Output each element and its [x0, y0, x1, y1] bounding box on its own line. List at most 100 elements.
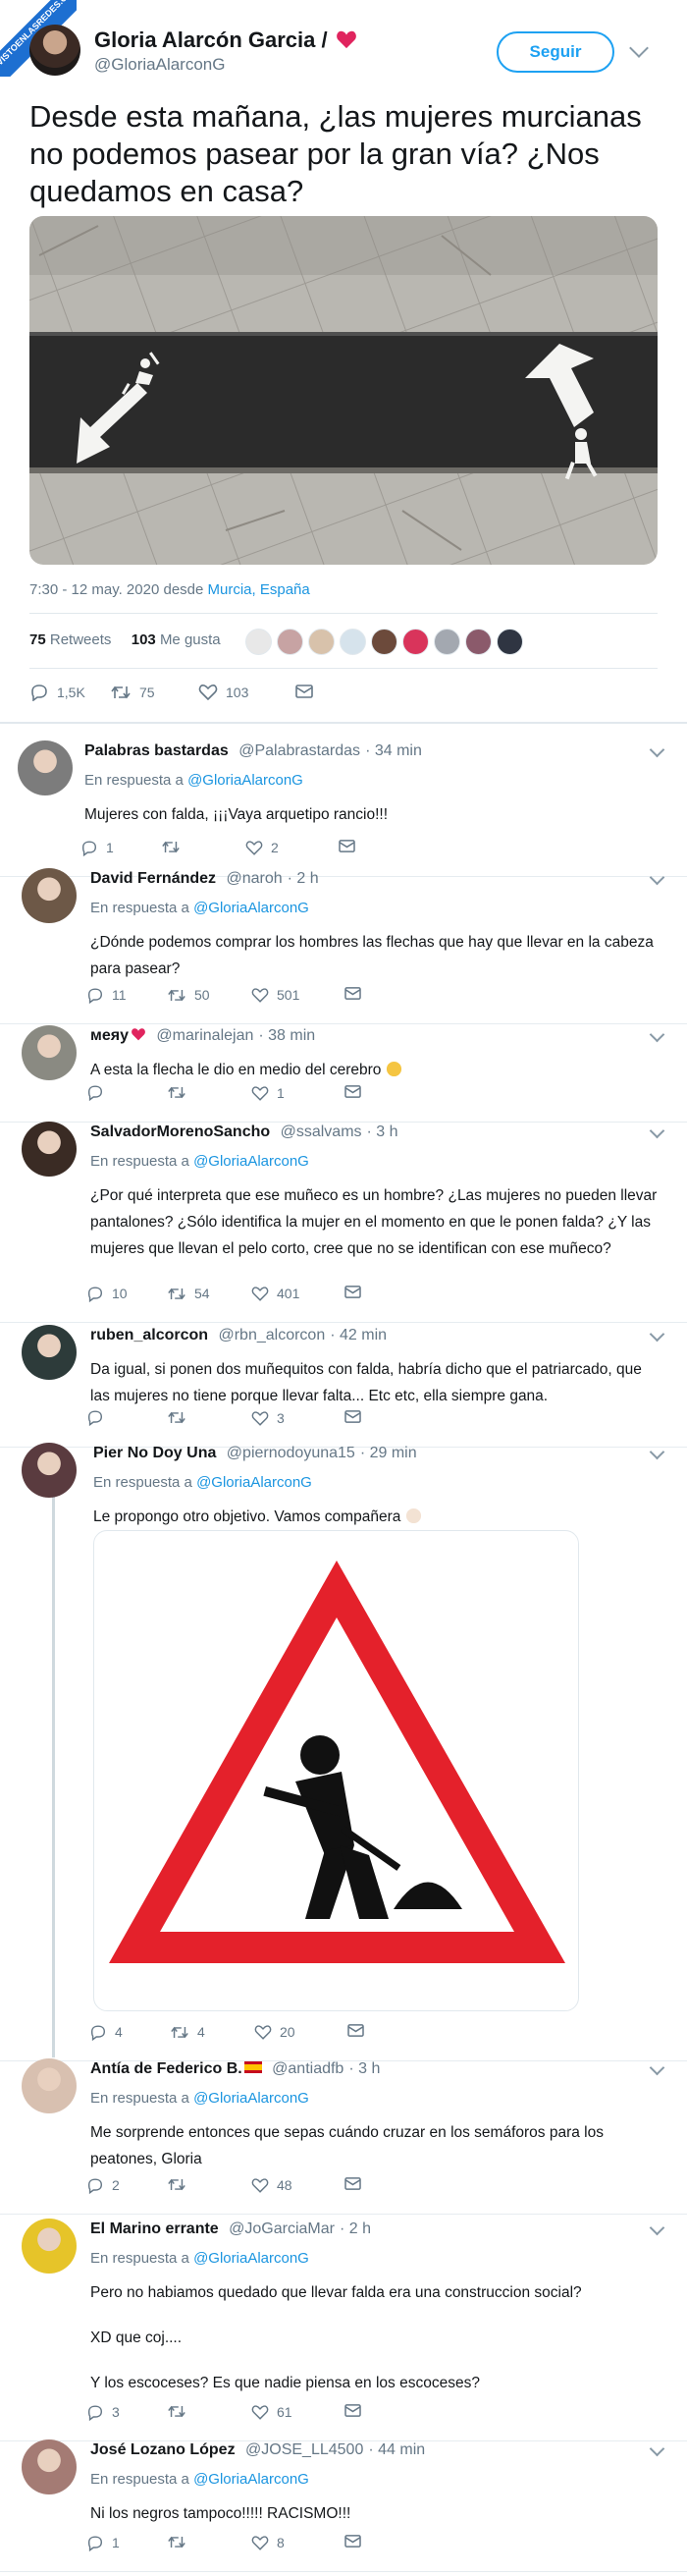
chevron-down-icon[interactable] [649, 2220, 665, 2236]
reply-author[interactable]: SalvadorMorenoSancho @ssalvams · 3 h [90, 1124, 398, 1141]
retweet-action[interactable]: 50 [167, 986, 210, 1004]
reply-author[interactable]: José Lozano López @JOSE_LL4500 · 44 min [90, 2441, 425, 2459]
reply-action[interactable]: 1 [86, 2534, 120, 2551]
liker-avatar[interactable] [308, 629, 335, 655]
reply-handle[interactable]: @piernodoyuna15 [222, 1445, 355, 1461]
retweet-action[interactable]: 4 [170, 2023, 205, 2041]
chevron-down-icon[interactable] [649, 869, 665, 886]
chevron-down-icon[interactable] [649, 1444, 665, 1460]
reply-author[interactable]: El Marino errante @JoGarciaMar · 2 h [90, 2220, 371, 2238]
like-action[interactable]: 1 [251, 1084, 285, 1102]
reply-handle[interactable]: @ssalvams [276, 1124, 362, 1140]
reply-avatar[interactable] [22, 1443, 77, 1498]
like-action[interactable]: 501 [251, 986, 299, 1004]
liker-avatar[interactable] [434, 629, 460, 655]
reply-time[interactable]: · 44 min [368, 2441, 425, 2458]
dm-action[interactable] [338, 839, 356, 853]
in-reply-target-link[interactable]: @GloriaAlarconG [193, 900, 309, 916]
dm-action[interactable] [346, 2023, 365, 2038]
reply-author[interactable]: Palabras bastardas @Palabrastardas · 34 m… [84, 742, 422, 760]
reply-author[interactable]: ruben_alcorcon @rbn_alcorcon · 42 min [90, 1327, 387, 1344]
reply-handle[interactable]: @JoGarciaMar [225, 2220, 335, 2237]
reply-time[interactable]: · 3 h [367, 1124, 398, 1140]
like-action[interactable]: 8 [251, 2534, 285, 2551]
reply-time[interactable]: · 2 h [288, 870, 319, 887]
like-action[interactable]: 103 [198, 684, 248, 701]
chevron-down-icon[interactable] [649, 1326, 665, 1343]
dm-action[interactable] [344, 2176, 362, 2191]
retweet-action[interactable] [167, 2403, 186, 2420]
reply-action[interactable]: 2 [86, 2176, 120, 2194]
reply-handle[interactable]: @naroh [222, 870, 282, 887]
retweet-action[interactable]: 75 [110, 684, 155, 701]
liker-avatar[interactable] [340, 629, 366, 655]
author-name[interactable]: Gloria Alarcón Garcia / [94, 27, 357, 53]
reply-time[interactable]: · 3 h [348, 2060, 380, 2077]
tweet-photo[interactable] [29, 216, 658, 565]
reply-avatar[interactable] [22, 2058, 77, 2113]
liker-avatar[interactable] [245, 629, 272, 655]
author-handle[interactable]: @GloriaAlarconG [94, 55, 225, 75]
in-reply-target-link[interactable]: @GloriaAlarconG [193, 2250, 309, 2267]
retweet-action[interactable] [167, 2534, 186, 2550]
like-action[interactable]: 61 [251, 2403, 292, 2421]
follow-button[interactable]: Seguir [497, 31, 614, 73]
likes-stat[interactable]: 103 Me gusta [132, 631, 221, 648]
liker-avatar[interactable] [465, 629, 492, 655]
like-action[interactable]: 3 [251, 1409, 285, 1427]
reply-time[interactable]: · 2 h [340, 2220, 371, 2237]
dm-action[interactable] [344, 1084, 362, 1099]
reply-action[interactable] [86, 1084, 104, 1101]
reply-image-card[interactable] [93, 1530, 579, 2011]
dm-action[interactable] [344, 986, 362, 1001]
chevron-down-icon[interactable] [649, 2059, 665, 2076]
retweet-action[interactable]: 54 [167, 1285, 210, 1302]
reply-author[interactable]: David Fernández @naroh · 2 h [90, 870, 319, 888]
chevron-down-icon[interactable] [649, 1026, 665, 1043]
liker-avatar[interactable] [277, 629, 303, 655]
reply-avatar[interactable] [22, 2439, 77, 2494]
reply-handle[interactable]: @rbn_alcorcon [214, 1327, 325, 1343]
retweets-stat[interactable]: 75 Retweets [29, 631, 111, 648]
in-reply-target-link[interactable]: @GloriaAlarconG [193, 2471, 309, 2488]
dm-action[interactable] [344, 2403, 362, 2418]
dm-action[interactable] [344, 2534, 362, 2549]
reply-action[interactable]: 1,5K [29, 684, 85, 701]
reply-time[interactable]: · 34 min [365, 742, 422, 759]
reply-handle[interactable]: @Palabrastardas [235, 742, 360, 759]
reply-action[interactable] [86, 1409, 104, 1426]
in-reply-target-link[interactable]: @GloriaAlarconG [193, 1153, 309, 1170]
reply-avatar[interactable] [18, 740, 73, 795]
reply-author[interactable]: Pier No Doy Una @piernodoyuna15 · 29 min [93, 1445, 417, 1462]
chevron-down-icon[interactable] [649, 1123, 665, 1139]
retweet-action[interactable] [161, 839, 181, 855]
like-action[interactable]: 401 [251, 1285, 299, 1302]
like-action[interactable]: 2 [245, 839, 279, 856]
dm-action[interactable] [344, 1409, 362, 1424]
liker-avatar[interactable] [402, 629, 429, 655]
reply-handle[interactable]: @marinalejan [152, 1027, 253, 1044]
reply-time[interactable]: · 29 min [360, 1445, 417, 1461]
reply-author[interactable]: Antía de Federico B. @antiadfb · 3 h [90, 2060, 380, 2078]
tweet-location-link[interactable]: Murcia, España [208, 581, 310, 598]
retweet-action[interactable] [167, 1084, 186, 1101]
dm-action[interactable] [294, 684, 314, 699]
like-action[interactable]: 48 [251, 2176, 292, 2194]
author-avatar[interactable] [29, 25, 80, 76]
reply-action[interactable]: 3 [86, 2403, 120, 2421]
reply-handle[interactable]: @JOSE_LL4500 [241, 2441, 363, 2458]
liker-avatar[interactable] [497, 629, 523, 655]
chevron-down-icon[interactable] [649, 2440, 665, 2457]
retweet-action[interactable] [167, 1409, 186, 1426]
reply-time[interactable]: · 38 min [258, 1027, 315, 1044]
reply-time[interactable]: · 42 min [330, 1327, 387, 1343]
reply-action[interactable]: 11 [86, 986, 127, 1004]
reply-action[interactable]: 4 [89, 2023, 123, 2041]
reply-avatar[interactable] [22, 1122, 77, 1177]
like-action[interactable]: 20 [254, 2023, 295, 2041]
chevron-down-icon[interactable] [629, 38, 649, 58]
reply-author[interactable]: меяу @marinalejan · 38 min [90, 1027, 315, 1045]
reply-avatar[interactable] [22, 1325, 77, 1380]
reply-avatar[interactable] [22, 868, 77, 923]
dm-action[interactable] [344, 1285, 362, 1299]
